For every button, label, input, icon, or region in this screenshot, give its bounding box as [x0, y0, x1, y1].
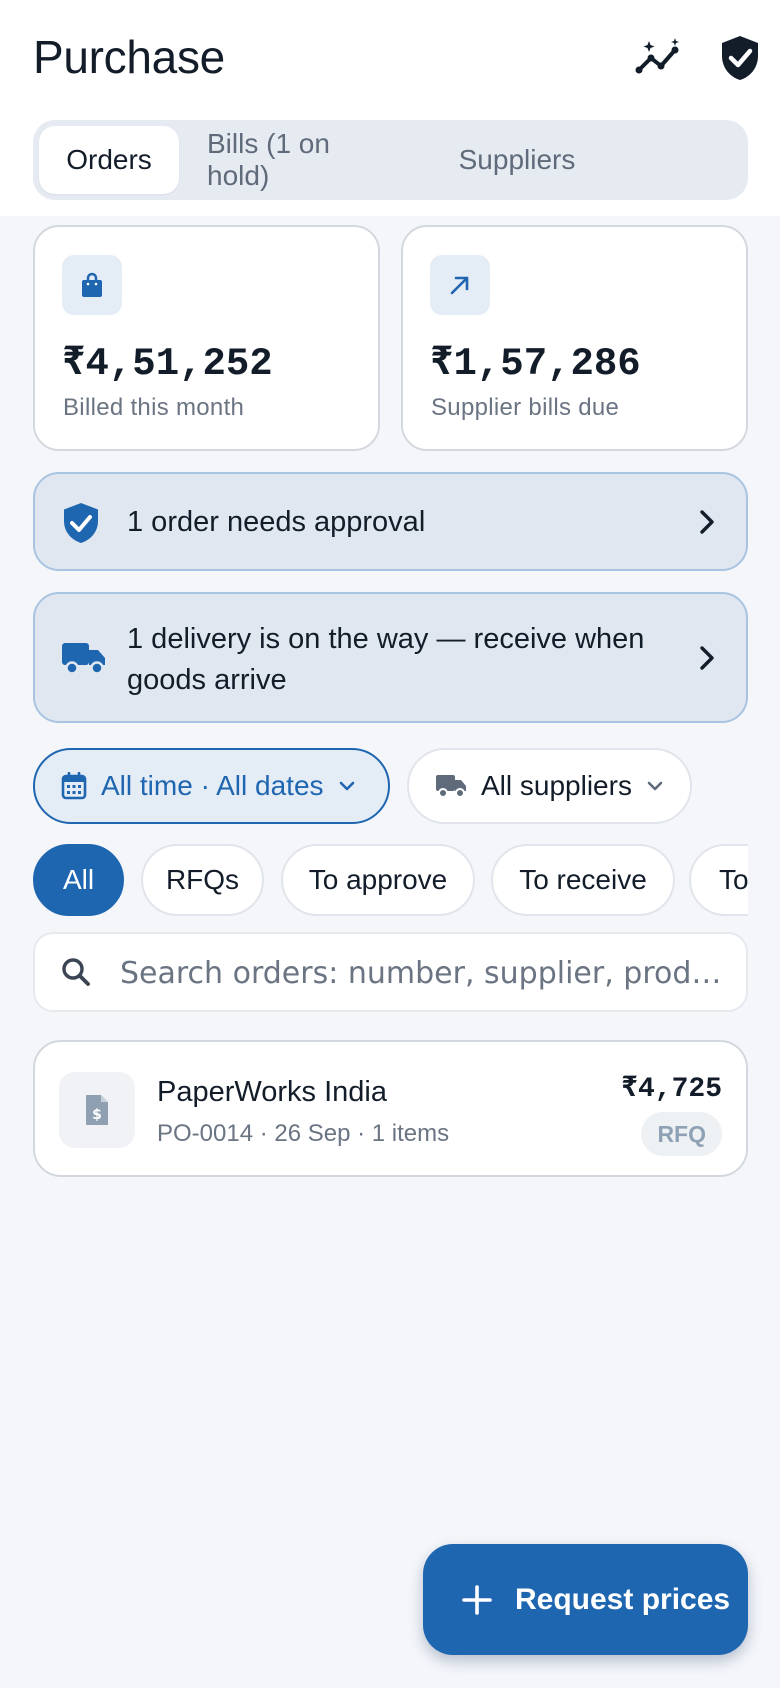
stat-label: Supplier bills due — [431, 394, 620, 421]
order-amount: ₹4,725 — [621, 1074, 722, 1105]
chip-all[interactable]: All — [33, 844, 124, 916]
date-filter-label: All time · All dates — [101, 770, 324, 801]
stat-card-billed[interactable]: ₹4,51,252 Billed this month — [33, 225, 380, 451]
order-supplier: PaperWorks India — [157, 1076, 387, 1108]
arrow-up-right-icon — [430, 255, 490, 315]
tab-bar: Orders Bills (1 on hold) Suppliers — [33, 120, 748, 200]
truck-icon — [61, 640, 107, 681]
status-chip-row: All RFQs To approve To receive To — [33, 844, 748, 918]
delivery-banner[interactable]: 1 delivery is on the way — receive when … — [33, 592, 748, 723]
search-input[interactable] — [120, 944, 720, 1002]
chip-rfqs[interactable]: RFQs — [141, 844, 264, 916]
page-title: Purchase — [33, 31, 225, 83]
calendar-icon — [61, 772, 87, 800]
shopping-bag-icon — [62, 255, 122, 315]
search-icon — [62, 958, 90, 986]
plus-icon — [461, 1584, 493, 1616]
chevron-right-icon — [698, 509, 716, 540]
supplier-filter-label: All suppliers — [481, 770, 632, 801]
chevron-right-icon — [698, 645, 716, 676]
truck-icon — [436, 775, 466, 798]
chip-to-more[interactable]: To — [689, 844, 748, 916]
order-meta: PO-0014 · 26 Sep · 1 items — [157, 1120, 450, 1147]
stat-label: Billed this month — [63, 394, 245, 421]
search-bar — [33, 932, 748, 1012]
chip-to-receive[interactable]: To receive — [491, 844, 675, 916]
stat-value: ₹4,51,252 — [62, 342, 273, 386]
request-prices-label: Request prices — [515, 1582, 731, 1616]
header-area: Purchase Orders Bills (1 on hold) Suppli… — [0, 0, 780, 216]
chevron-down-icon — [647, 781, 663, 791]
tab-bills[interactable]: Bills (1 on hold) — [179, 126, 427, 194]
shield-check-icon[interactable] — [714, 32, 766, 84]
supplier-filter[interactable]: All suppliers — [407, 748, 692, 824]
insights-icon[interactable] — [633, 32, 685, 84]
approval-banner-text: 1 order needs approval — [127, 506, 426, 538]
status-badge: RFQ — [641, 1112, 722, 1156]
request-prices-button[interactable]: Request prices — [423, 1544, 748, 1655]
chip-to-approve[interactable]: To approve — [281, 844, 475, 916]
chevron-down-icon — [339, 781, 354, 791]
delivery-banner-text: 1 delivery is on the way — receive when … — [127, 623, 645, 696]
svg-text:$: $ — [92, 1107, 102, 1123]
invoice-icon: $ — [59, 1072, 135, 1148]
stat-card-bills-due[interactable]: ₹1,57,286 Supplier bills due — [401, 225, 748, 451]
shield-check-icon — [61, 501, 101, 550]
approval-banner[interactable]: 1 order needs approval — [33, 472, 748, 571]
tab-orders[interactable]: Orders — [39, 126, 179, 194]
date-filter[interactable]: All time · All dates — [33, 748, 390, 824]
tab-suppliers[interactable]: Suppliers — [427, 126, 607, 194]
stat-value: ₹1,57,286 — [430, 342, 641, 386]
order-card[interactable]: $ PaperWorks India PO-0014 · 26 Sep · 1 … — [33, 1040, 748, 1177]
